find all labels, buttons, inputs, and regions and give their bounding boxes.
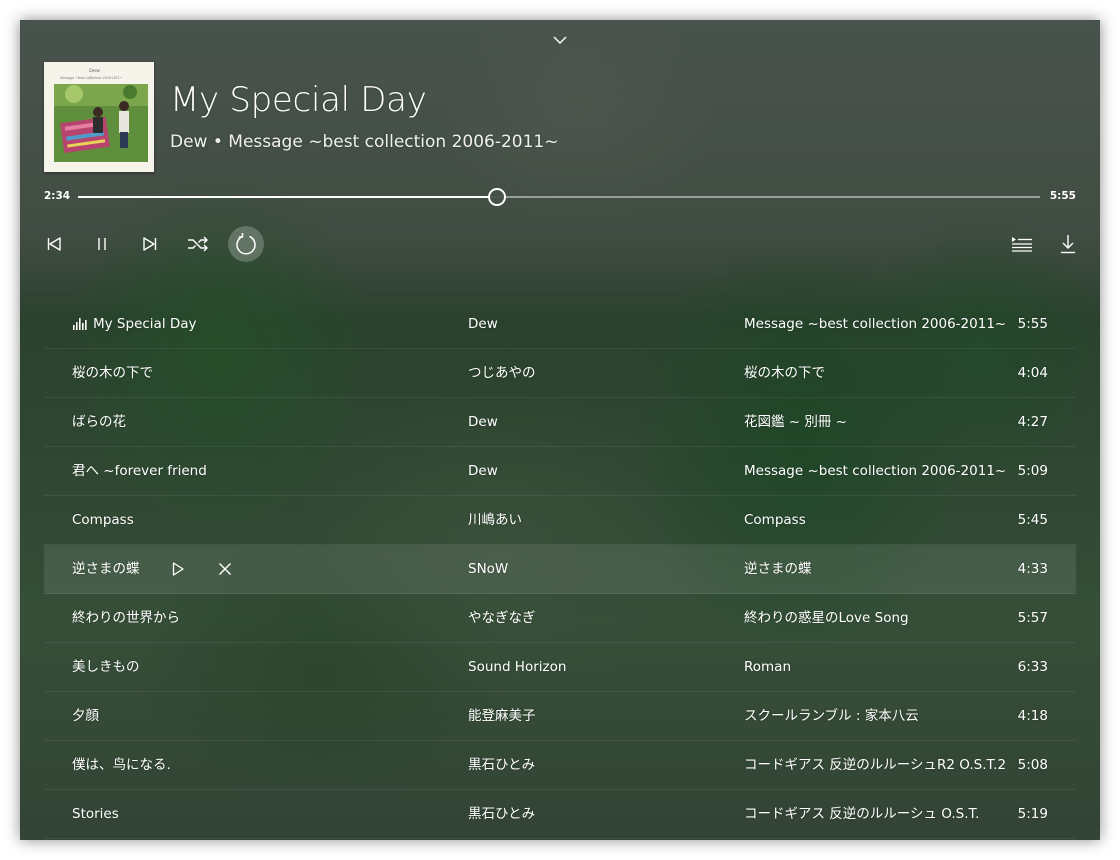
track-list: My Special Day Dew Message ~best collectio… — [44, 300, 1076, 839]
shuffle-button[interactable] — [180, 226, 216, 262]
track-artist: やなぎなぎ — [468, 610, 536, 626]
song-title: My Special Day — [170, 80, 427, 120]
track-artist: Dew — [468, 414, 498, 430]
track-row[interactable]: 桜の木の下で つじあやの 桜の木の下で 4:04 — [44, 349, 1076, 398]
track-title: Compass — [72, 512, 134, 528]
queue-icon — [1012, 237, 1032, 252]
total-duration: 5:55 — [1049, 190, 1076, 202]
player-window: Dew Message ~best collection 2006-2011~ … — [20, 20, 1100, 840]
track-duration: 4:33 — [1017, 561, 1048, 577]
track-title: ばらの花 — [72, 414, 126, 430]
row-play-button[interactable] — [166, 557, 190, 581]
previous-button[interactable] — [36, 226, 72, 262]
close-icon — [219, 563, 231, 575]
track-album: 終わりの惑星のLove Song — [744, 610, 909, 626]
track-row[interactable]: 夕顔 能登麻美子 スクールランブル : 家本八云 4:18 — [44, 692, 1076, 741]
track-album: Roman — [744, 659, 792, 675]
song-subtitle: Dew • Message ~best collection 2006-2011… — [170, 132, 559, 152]
track-row[interactable]: 美しきもの Sound Horizon Roman 6:33 — [44, 643, 1076, 692]
current-time: 2:34 — [44, 190, 71, 202]
track-artist: Sound Horizon — [468, 659, 567, 675]
shuffle-icon — [188, 236, 208, 252]
track-album: 花図鑑 ~ 別冊 ~ — [744, 414, 847, 430]
track-title: Stories — [72, 806, 119, 822]
album-art-artist-text: Dew — [89, 68, 101, 74]
track-duration: 5:09 — [1017, 463, 1048, 479]
track-row[interactable]: 僕は、鸟になる. 黒石ひとみ コードギアス 反逆のルルーシュR2 O.S.T.2 5:… — [44, 741, 1076, 790]
seek-bar-progress — [78, 196, 496, 198]
track-row[interactable]: ばらの花 Dew 花図鑑 ~ 別冊 ~ 4:27 — [44, 398, 1076, 447]
track-title: 美しきもの — [72, 659, 140, 675]
track-title: 逆さまの蝶 — [72, 561, 140, 577]
track-album: Message ~best collection 2006-2011~ — [744, 463, 1007, 479]
track-duration: 5:57 — [1017, 610, 1048, 626]
track-row[interactable]: Compass 川嶋あい Compass 5:45 — [44, 496, 1076, 545]
track-artist: つじあやの — [468, 365, 536, 381]
track-row[interactable]: 終わりの世界から やなぎなぎ 終わりの惑星のLove Song 5:57 — [44, 594, 1076, 643]
track-album: Message ~best collection 2006-2011~ — [744, 316, 1007, 332]
next-button[interactable] — [132, 226, 168, 262]
track-album: コードギアス 反逆のルルーシュ O.S.T. — [744, 806, 980, 822]
track-duration: 5:08 — [1017, 757, 1048, 773]
track-artist: Dew — [468, 316, 498, 332]
repeat-icon — [236, 233, 256, 255]
track-album: コードギアス 反逆のルルーシュR2 O.S.T.2 — [744, 757, 1007, 773]
track-title: 夕顔 — [72, 708, 99, 724]
track-duration: 4:04 — [1017, 365, 1048, 381]
collapse-button[interactable] — [548, 30, 572, 50]
track-title: 僕は、鸟になる. — [72, 757, 171, 773]
row-remove-button[interactable] — [213, 557, 237, 581]
track-artist: Dew — [468, 463, 498, 479]
track-row-now-playing[interactable]: My Special Day Dew Message ~best collectio… — [44, 300, 1076, 349]
album-art-album-text: Message ~best collection 2006-2011~ — [60, 76, 123, 80]
track-row[interactable]: 逆さまの蝶 SNoW 逆さまの蝶 4:33 — [44, 545, 1076, 594]
chevron-down-icon — [553, 36, 567, 44]
now-playing-icon — [73, 318, 87, 330]
track-album: スクールランブル : 家本八云 — [744, 708, 919, 724]
pause-icon — [98, 238, 106, 250]
track-duration: 4:18 — [1017, 708, 1048, 724]
pause-button[interactable] — [84, 226, 120, 262]
seek-bar[interactable] — [78, 188, 1040, 206]
track-album: 桜の木の下で — [744, 365, 825, 381]
track-row[interactable]: 君へ ~forever friend Dew Message ~best colle… — [44, 447, 1076, 496]
track-album: 逆さまの蝶 — [744, 561, 812, 577]
play-icon — [172, 562, 184, 576]
track-artist: 黒石ひとみ — [468, 757, 536, 773]
album-art: Dew Message ~best collection 2006-2011~ — [44, 62, 154, 172]
track-duration: 5:45 — [1017, 512, 1048, 528]
next-icon — [143, 237, 157, 251]
track-duration: 5:19 — [1017, 806, 1048, 822]
queue-button[interactable] — [1004, 226, 1040, 262]
track-artist: 川嶋あい — [468, 512, 522, 528]
seek-thumb[interactable] — [487, 188, 506, 206]
track-artist: SNoW — [468, 561, 509, 577]
track-duration: 5:55 — [1017, 316, 1048, 332]
track-row[interactable]: Stories 黒石ひとみ コードギアス 反逆のルルーシュ O.S.T. 5:19 — [44, 790, 1076, 839]
track-duration: 4:27 — [1017, 414, 1048, 430]
track-title: 桜の木の下で — [72, 365, 153, 381]
track-artist: 能登麻美子 — [468, 708, 536, 724]
track-title: My Special Day — [93, 316, 197, 332]
track-album: Compass — [744, 512, 806, 528]
track-title: 終わりの世界から — [72, 610, 180, 626]
previous-icon — [47, 237, 61, 251]
repeat-button[interactable] — [228, 226, 264, 262]
track-artist: 黒石ひとみ — [468, 806, 536, 822]
download-icon — [1061, 235, 1075, 254]
track-duration: 6:33 — [1017, 659, 1048, 675]
download-button[interactable] — [1050, 226, 1086, 262]
track-title: 君へ ~forever friend — [72, 463, 207, 479]
